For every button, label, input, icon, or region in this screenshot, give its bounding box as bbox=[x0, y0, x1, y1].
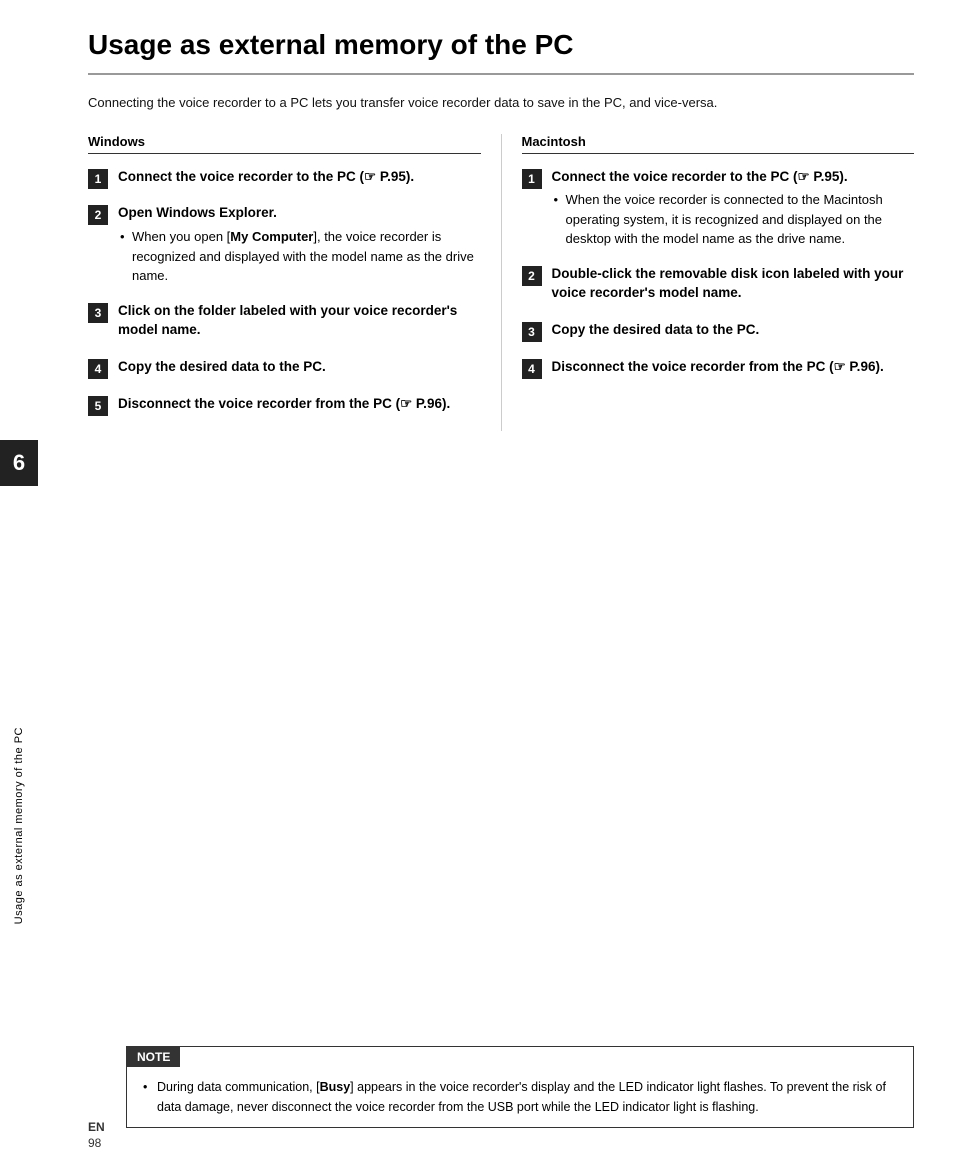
mac-step-4-title: Disconnect the voice recorder from the P… bbox=[552, 358, 915, 377]
note-list: During data communication, [Busy] appear… bbox=[141, 1077, 899, 1117]
footer-page-number: 98 bbox=[88, 1136, 101, 1150]
windows-header: Windows bbox=[88, 134, 481, 154]
mac-step-1-content: Connect the voice recorder to the PC (☞ … bbox=[552, 168, 915, 251]
windows-step-1-title: Connect the voice recorder to the PC (☞ … bbox=[118, 168, 481, 187]
chapter-number: 6 bbox=[0, 440, 38, 486]
windows-step-4-content: Copy the desired data to the PC. bbox=[118, 358, 481, 381]
note-section: NOTE During data communication, [Busy] a… bbox=[126, 1046, 914, 1128]
mac-step-4: 4 Disconnect the voice recorder from the… bbox=[522, 358, 915, 381]
windows-step-3-number: 3 bbox=[88, 303, 108, 323]
windows-step-5: 5 Disconnect the voice recorder from the… bbox=[88, 395, 481, 418]
windows-step-4-number: 4 bbox=[88, 359, 108, 379]
side-text-label: Usage as external memory of the PC bbox=[13, 727, 25, 924]
page-footer: EN 98 bbox=[88, 1120, 105, 1150]
windows-step-2-bullets: When you open [My Computer], the voice r… bbox=[118, 227, 481, 286]
note-header: NOTE bbox=[127, 1047, 180, 1067]
mac-step-2-title: Double-click the removable disk icon lab… bbox=[552, 265, 915, 303]
mac-step-1: 1 Connect the voice recorder to the PC (… bbox=[522, 168, 915, 251]
mac-step-4-content: Disconnect the voice recorder from the P… bbox=[552, 358, 915, 381]
windows-step-2-bullet-1: When you open [My Computer], the voice r… bbox=[118, 227, 481, 286]
mac-step-4-number: 4 bbox=[522, 359, 542, 379]
windows-step-1: 1 Connect the voice recorder to the PC (… bbox=[88, 168, 481, 191]
macintosh-column: Macintosh 1 Connect the voice recorder t… bbox=[501, 134, 915, 432]
windows-step-1-content: Connect the voice recorder to the PC (☞ … bbox=[118, 168, 481, 191]
windows-step-2-title: Open Windows Explorer. bbox=[118, 204, 481, 223]
intro-paragraph: Connecting the voice recorder to a PC le… bbox=[88, 93, 914, 114]
windows-step-3-content: Click on the folder labeled with your vo… bbox=[118, 302, 481, 344]
windows-step-4-title: Copy the desired data to the PC. bbox=[118, 358, 481, 377]
mac-step-3-content: Copy the desired data to the PC. bbox=[552, 321, 915, 344]
windows-step-2-content: Open Windows Explorer. When you open [My… bbox=[118, 204, 481, 287]
page-title: Usage as external memory of the PC bbox=[88, 30, 914, 75]
windows-step-3: 3 Click on the folder labeled with your … bbox=[88, 302, 481, 344]
mac-step-3-title: Copy the desired data to the PC. bbox=[552, 321, 915, 340]
mac-step-3-number: 3 bbox=[522, 322, 542, 342]
windows-step-3-title: Click on the folder labeled with your vo… bbox=[118, 302, 481, 340]
windows-step-2-number: 2 bbox=[88, 205, 108, 225]
note-body: During data communication, [Busy] appear… bbox=[127, 1067, 913, 1127]
windows-step-5-title: Disconnect the voice recorder from the P… bbox=[118, 395, 481, 414]
footer-language: EN bbox=[88, 1120, 105, 1134]
windows-step-4: 4 Copy the desired data to the PC. bbox=[88, 358, 481, 381]
mac-step-1-bullets: When the voice recorder is connected to … bbox=[552, 190, 915, 249]
mac-step-2: 2 Double-click the removable disk icon l… bbox=[522, 265, 915, 307]
side-tab: 6 Usage as external memory of the PC bbox=[0, 0, 38, 1158]
two-column-layout: Windows 1 Connect the voice recorder to … bbox=[88, 134, 914, 432]
windows-column: Windows 1 Connect the voice recorder to … bbox=[88, 134, 501, 432]
windows-step-5-content: Disconnect the voice recorder from the P… bbox=[118, 395, 481, 418]
page-wrapper: 6 Usage as external memory of the PC Usa… bbox=[0, 0, 954, 1158]
windows-step-2: 2 Open Windows Explorer. When you open [… bbox=[88, 204, 481, 287]
note-item-1: During data communication, [Busy] appear… bbox=[141, 1077, 899, 1117]
mac-step-1-bullet-1: When the voice recorder is connected to … bbox=[552, 190, 915, 249]
mac-step-1-number: 1 bbox=[522, 169, 542, 189]
windows-step-5-number: 5 bbox=[88, 396, 108, 416]
mac-step-3: 3 Copy the desired data to the PC. bbox=[522, 321, 915, 344]
mac-step-2-number: 2 bbox=[522, 266, 542, 286]
main-content: Usage as external memory of the PC Conne… bbox=[38, 0, 954, 1158]
mac-step-1-title: Connect the voice recorder to the PC (☞ … bbox=[552, 168, 915, 187]
macintosh-header: Macintosh bbox=[522, 134, 915, 154]
windows-step-1-number: 1 bbox=[88, 169, 108, 189]
side-text-container: Usage as external memory of the PC bbox=[0, 494, 38, 1158]
mac-step-2-content: Double-click the removable disk icon lab… bbox=[552, 265, 915, 307]
